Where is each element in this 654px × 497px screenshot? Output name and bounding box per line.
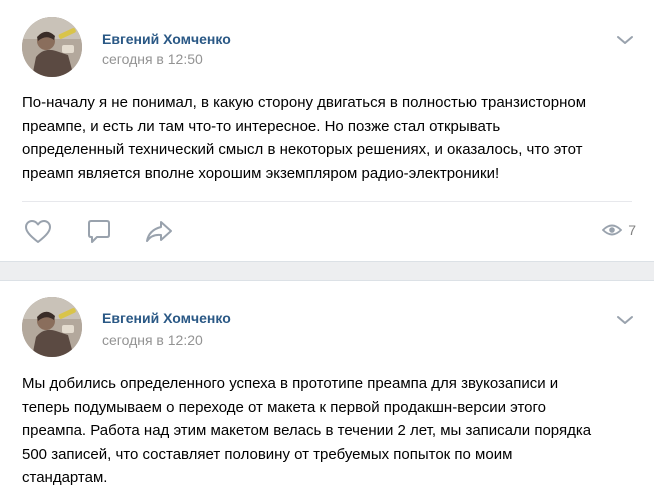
post-time[interactable]: сегодня в 12:50 [102, 50, 203, 68]
eye-icon [602, 224, 623, 236]
comment-button[interactable] [85, 218, 113, 251]
post-text: По-началу я не понимал, в какую сторону … [22, 91, 634, 185]
post-text-line: определенный технический смысл в некотор… [22, 141, 583, 158]
share-button[interactable] [144, 219, 174, 250]
post-text-line: теперь подумываем о переходе от макета к… [22, 398, 546, 416]
author-name[interactable]: Евгений Хомченко [102, 30, 231, 48]
post-text-line: преампа. Работа над этим макетом велась … [22, 422, 592, 439]
heart-icon [25, 220, 51, 243]
views-count: 7 [628, 222, 636, 238]
wall-post: Евгений Хомченко сегодня в 12:20 Мы доби… [0, 280, 654, 497]
post-text-line: Мы добились определенного успеха в прото… [22, 375, 559, 392]
post-text-line: стандартам. [22, 469, 108, 486]
views-counter: 7 [602, 222, 636, 238]
divider [22, 201, 632, 202]
avatar[interactable] [22, 297, 82, 357]
post-text: Мы добились определенного успеха в прото… [22, 372, 634, 490]
avatar[interactable] [22, 17, 82, 77]
chevron-down-icon[interactable] [616, 313, 634, 325]
author-name[interactable]: Евгений Хомченко [102, 309, 231, 327]
wall-post: Евгений Хомченко сегодня в 12:50 По-нача… [0, 0, 654, 262]
share-arrow-icon [146, 221, 172, 242]
like-button[interactable] [24, 219, 52, 250]
post-text-line: преамп является вполне хорошим экземпляр… [22, 164, 500, 182]
comment-icon [88, 220, 110, 243]
post-text-line: преампе, и есть ли там что-то интересное… [22, 117, 501, 135]
post-time[interactable]: сегодня в 12:20 [102, 331, 203, 349]
chevron-down-icon[interactable] [616, 33, 634, 45]
post-text-line: 500 записей, что составляет половину от … [22, 445, 513, 463]
post-text-line: По-началу я не понимал, в какую сторону … [22, 94, 587, 111]
